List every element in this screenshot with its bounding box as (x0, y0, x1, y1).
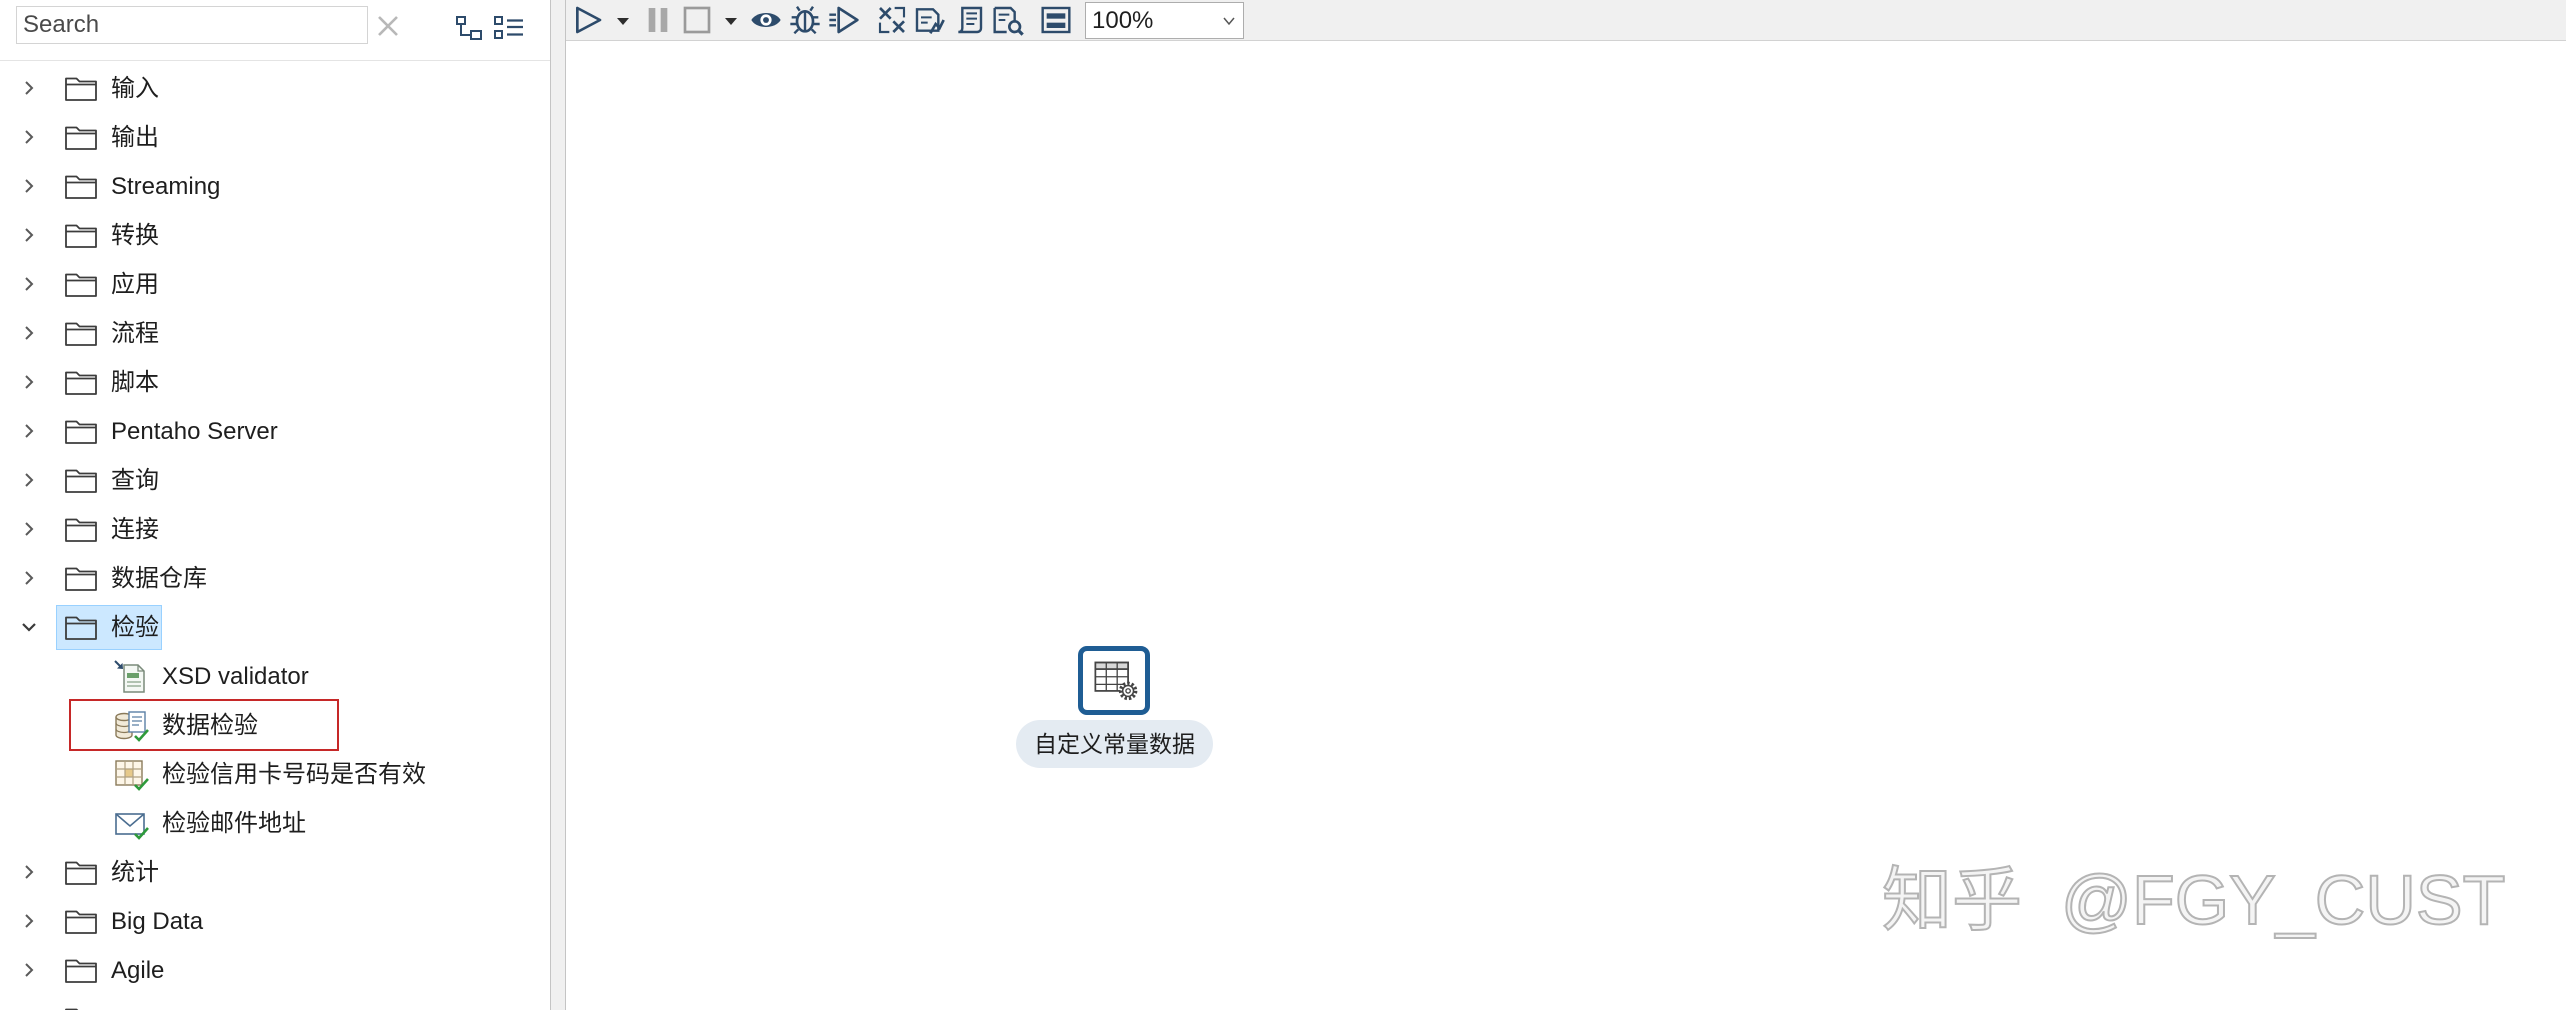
tree-item-big-data[interactable]: Big Data (0, 897, 550, 946)
tree-item-label: 流程 (111, 320, 159, 347)
tree-item-label: 输入 (111, 75, 159, 102)
tree-item-pentaho-server[interactable]: Pentaho Server (0, 407, 550, 456)
mail-validator-icon (113, 807, 151, 841)
pause-icon[interactable] (642, 4, 674, 36)
folder-icon (64, 222, 98, 249)
tree-item-label: Streaming (111, 173, 221, 200)
step-label: 自定义常量数据 (1016, 720, 1213, 768)
chevron-right-icon[interactable] (19, 470, 39, 490)
run-icon[interactable] (572, 4, 604, 36)
chevron-right-icon[interactable] (19, 323, 39, 343)
tree-item-label: 查询 (111, 467, 159, 494)
tree-item-data-warehouse[interactable]: 数据仓库 (0, 554, 550, 603)
data-grid-step-icon[interactable] (1078, 646, 1150, 715)
tree-step-mail-validator[interactable]: 检验邮件地址 (0, 799, 550, 848)
chevron-right-icon[interactable] (19, 274, 39, 294)
panel-resize-sash[interactable] (550, 0, 566, 1010)
tree-item-utility[interactable]: 应用 (0, 260, 550, 309)
chevron-right-icon[interactable] (19, 176, 39, 196)
zoom-select[interactable]: 100% (1085, 2, 1244, 39)
tree-step-label: 数据检验 (162, 712, 258, 739)
folder-icon (64, 369, 98, 396)
tree-item-lookup[interactable]: 查询 (0, 456, 550, 505)
replay-icon[interactable] (828, 4, 860, 36)
tree-item-statistics[interactable]: 统计 (0, 848, 550, 897)
tree-step-label: 检验邮件地址 (162, 810, 306, 837)
watermark: 知乎 @FGY_CUST (1881, 860, 2506, 940)
chevron-right-icon[interactable] (19, 225, 39, 245)
tree-item-label: 检验 (111, 614, 159, 641)
chevron-right-icon[interactable] (19, 127, 39, 147)
chevron-right-icon[interactable] (19, 372, 39, 392)
tree-step-credit-card-validator[interactable]: 检验信用卡号码是否有效 (0, 750, 550, 799)
chevron-right-icon[interactable] (19, 960, 39, 980)
folder-icon (64, 516, 98, 543)
tree-item-label: Agile (111, 957, 165, 984)
tree-item-partial[interactable] (0, 995, 550, 1010)
tree-item-label: 转换 (111, 222, 159, 249)
verify-icon[interactable] (876, 4, 908, 36)
folder-icon (64, 467, 98, 494)
tree-item-label: 连接 (111, 516, 159, 543)
credit-card-validator-icon (113, 758, 151, 792)
data-validator-icon (113, 709, 151, 743)
tree-item-label: Big Data (111, 908, 204, 935)
tree-item-label: 输出 (111, 124, 159, 151)
step-tree: 输入 输出 Streaming 转换 应用 流程 脚本 Pentaho Serv… (0, 0, 550, 1010)
tree-item-flow[interactable]: 流程 (0, 309, 550, 358)
tree-item-input[interactable]: 输入 (0, 64, 550, 113)
tree-item-label: Pentaho Server (111, 418, 278, 445)
chevron-right-icon[interactable] (19, 911, 39, 931)
tree-item-scripting[interactable]: 脚本 (0, 358, 550, 407)
folder-icon (64, 320, 98, 347)
tree-step-label: 检验信用卡号码是否有效 (162, 761, 426, 788)
tree-item-label: 统计 (111, 859, 159, 886)
tree-step-data-validator[interactable]: 数据检验 (0, 701, 550, 750)
zoom-value: 100% (1092, 7, 1154, 34)
xsd-validator-icon (113, 660, 151, 694)
chevron-right-icon[interactable] (19, 78, 39, 98)
folder-icon (64, 614, 98, 641)
folder-icon (64, 271, 98, 298)
tree-item-validation[interactable]: 检验 (0, 603, 550, 652)
chevron-right-icon[interactable] (19, 421, 39, 441)
tree-item-agile[interactable]: Agile (0, 946, 550, 995)
preview-icon[interactable] (750, 4, 782, 36)
debug-icon[interactable] (789, 4, 821, 36)
folder-icon (64, 75, 98, 102)
tree-item-streaming[interactable]: Streaming (0, 162, 550, 211)
show-results-icon[interactable] (1040, 4, 1072, 36)
folder-icon (64, 957, 98, 984)
canvas-toolbar: 100% (566, 0, 2566, 41)
chevron-right-icon[interactable] (19, 519, 39, 539)
folder-icon (64, 859, 98, 886)
chevron-right-icon[interactable] (19, 568, 39, 588)
folder-icon (64, 565, 98, 592)
tree-step-label: XSD validator (162, 663, 309, 690)
tree-step-xsd-validator[interactable]: XSD validator (0, 652, 550, 701)
chevron-down-icon[interactable] (19, 617, 39, 637)
chevron-right-icon[interactable] (19, 862, 39, 882)
design-palette-panel: 输入 输出 Streaming 转换 应用 流程 (0, 0, 550, 1010)
tree-item-label: 数据仓库 (111, 565, 207, 592)
folder-icon (64, 1006, 98, 1010)
tree-item-label: 应用 (111, 271, 159, 298)
folder-icon (64, 173, 98, 200)
folder-icon (64, 124, 98, 151)
impact-icon[interactable] (913, 4, 945, 36)
chevron-down-icon[interactable] (1221, 13, 1237, 29)
run-options-dropdown-icon[interactable] (616, 14, 630, 28)
tree-item-output[interactable]: 输出 (0, 113, 550, 162)
sql-icon[interactable] (953, 4, 985, 36)
tree-item-label: 脚本 (111, 369, 159, 396)
folder-icon (64, 908, 98, 935)
tree-item-joins[interactable]: 连接 (0, 505, 550, 554)
stop-options-dropdown-icon[interactable] (724, 14, 738, 28)
stop-icon[interactable] (681, 4, 713, 36)
tree-item-transform[interactable]: 转换 (0, 211, 550, 260)
folder-icon (64, 418, 98, 445)
explore-db-icon[interactable] (992, 4, 1024, 36)
